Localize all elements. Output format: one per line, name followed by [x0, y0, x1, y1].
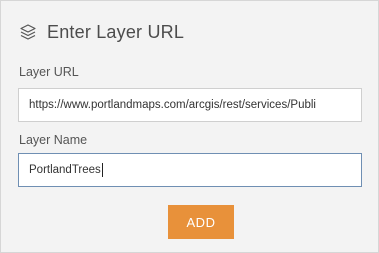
- layer-name-input[interactable]: PortlandTrees: [18, 153, 362, 187]
- text-caret: [101, 163, 103, 177]
- layer-url-input[interactable]: https://www.portlandmaps.com/arcgis/rest…: [18, 88, 362, 122]
- layers-icon: [19, 23, 37, 41]
- layer-url-value: https://www.portlandmaps.com/arcgis/rest…: [29, 99, 316, 111]
- layer-url-label: Layer URL: [19, 65, 79, 79]
- panel-header: Enter Layer URL: [19, 19, 184, 45]
- add-button[interactable]: ADD: [168, 205, 234, 239]
- add-layer-panel: Enter Layer URL Layer URL https://www.po…: [0, 0, 379, 253]
- layer-name-value: PortlandTrees: [29, 164, 101, 176]
- layer-name-label: Layer Name: [19, 133, 88, 147]
- panel-title: Enter Layer URL: [47, 21, 185, 42]
